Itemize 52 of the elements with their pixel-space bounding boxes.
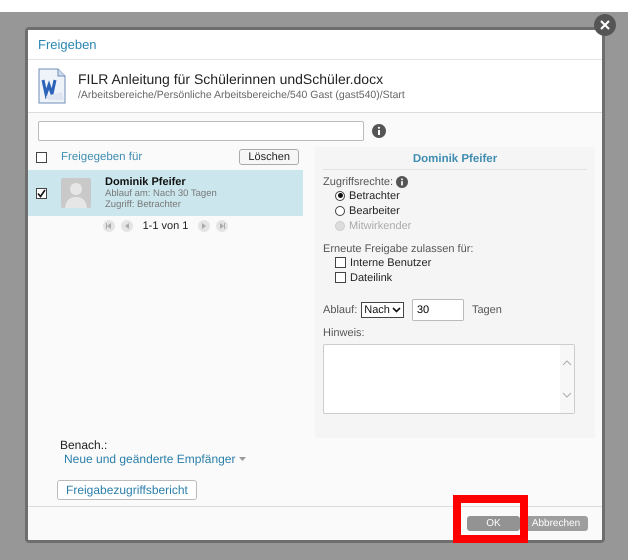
info-icon	[396, 176, 408, 188]
avatar-icon	[61, 178, 91, 208]
recipient-name: Dominik Pfeifer	[105, 176, 187, 188]
file-name: FILR Anleitung für Schülerinnen undSchüler.docx	[78, 71, 384, 87]
report-button[interactable]: Freigabezugriffsbericht	[57, 480, 197, 500]
access-radio[interactable]	[335, 190, 345, 200]
recipient-checkbox[interactable]	[36, 188, 47, 198]
recipient-access: Zugriff: Betrachter	[105, 199, 182, 210]
note-label: Hinweis:	[323, 327, 365, 339]
access-option-label: Mitwirkender	[349, 220, 412, 232]
reshare-checkbox[interactable]	[335, 257, 346, 268]
back-icon	[124, 223, 130, 229]
recipient-row[interactable]: Dominik Pfeifer Ablauf am: Nach 30 Tagen Zugriff: Betrachter	[28, 170, 303, 216]
chevron-down-icon	[392, 307, 401, 313]
next-page-button[interactable]	[198, 220, 210, 232]
skip-back-icon	[106, 223, 112, 229]
note-field[interactable]	[323, 344, 575, 414]
file-path: /Arbeitsbereiche/Persönliche Arbeitsbereiche/540 Gast (gast540)/Start	[78, 89, 405, 101]
search-field[interactable]	[38, 121, 364, 141]
checkmark-icon	[37, 188, 46, 198]
notify-label: Benach.:	[60, 438, 108, 452]
delete-button[interactable]: Löschen	[239, 149, 299, 165]
scrollbar[interactable]	[560, 345, 574, 413]
reshare-checkbox[interactable]	[335, 272, 346, 283]
expiry-label: Ablauf:	[323, 304, 358, 316]
caret-icon	[239, 457, 246, 461]
list-header: Freigegeben für	[61, 151, 144, 163]
page-info: 1-1 von 1	[142, 220, 188, 232]
select-all-checkbox[interactable]	[36, 152, 47, 162]
expiry-unit: Tagen	[472, 304, 502, 316]
forward-icon	[201, 223, 208, 229]
reshare-label: Erneute Freigabe zulassen für:	[323, 243, 474, 255]
details-title: Dominik Pfeifer	[323, 147, 587, 170]
access-option-label: Betrachter	[349, 190, 400, 202]
first-page-button[interactable]	[102, 220, 115, 232]
access-radio[interactable]	[335, 206, 345, 216]
previous-page-button[interactable]	[120, 220, 133, 232]
reshare-option-label: Dateilink	[350, 272, 392, 284]
close-icon	[600, 20, 610, 30]
access-label: Zugriffsrechte:	[323, 176, 394, 188]
expiry-days-field[interactable]: 30	[412, 299, 464, 321]
dialog-title: Freigeben	[28, 30, 602, 60]
access-option-label: Bearbeiter	[349, 204, 400, 216]
word-document-icon	[38, 68, 66, 104]
notify-dropdown[interactable]: Neue und geänderte Empfänger	[64, 452, 246, 466]
recipient-expiry: Ablauf am: Nach 30 Tagen	[105, 188, 217, 199]
close-button[interactable]	[594, 14, 616, 36]
skip-forward-icon	[219, 223, 226, 229]
reshare-option-label: Interne Benutzer	[350, 256, 432, 268]
info-icon	[372, 124, 386, 138]
last-page-button[interactable]	[216, 220, 228, 232]
expiry-mode-select[interactable]: Nach	[361, 302, 404, 318]
